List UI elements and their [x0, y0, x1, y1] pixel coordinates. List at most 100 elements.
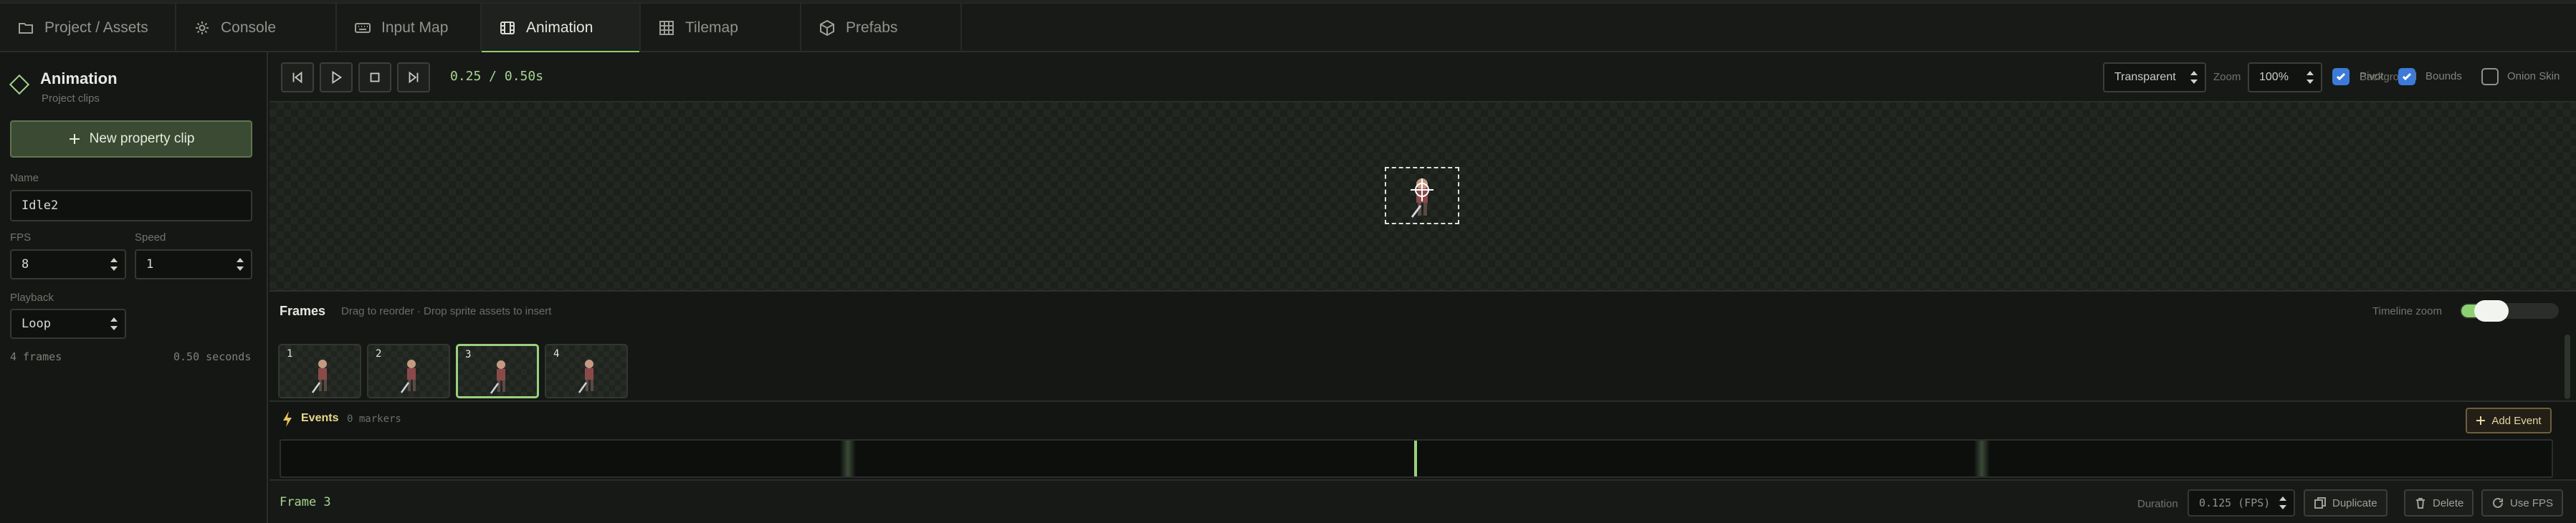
speed-stepper[interactable]: 1 — [135, 249, 252, 279]
events-track[interactable] — [280, 439, 2553, 478]
tab-console[interactable]: Console — [176, 4, 337, 52]
zoom-value: 100% — [2259, 71, 2289, 83]
new-property-clip-button[interactable]: New property clip — [10, 120, 252, 158]
zoom-label: Zoom — [2213, 71, 2241, 83]
use-fps-label: Use FPS — [2510, 496, 2554, 509]
use-fps-button[interactable]: Use FPS — [2481, 489, 2564, 517]
tab-project-assets[interactable]: Project / Assets — [0, 4, 176, 52]
frame-thumbnail[interactable]: 2 — [367, 344, 450, 398]
tab-label: Prefabs — [846, 19, 898, 36]
next-frame-button[interactable] — [397, 62, 430, 92]
zoom-select[interactable]: 100% — [2248, 62, 2322, 92]
speed-label: Speed — [135, 231, 166, 244]
tab-prefabs[interactable]: Prefabs — [801, 4, 962, 52]
character-sprite[interactable] — [1396, 174, 1448, 221]
frames-hint: Drag to reorder · Drop sprite assets to … — [341, 305, 552, 317]
gear-icon — [196, 21, 209, 34]
slider-knob[interactable] — [2474, 300, 2509, 322]
plus-icon — [2476, 416, 2486, 425]
duplicate-button[interactable]: Duplicate — [2304, 489, 2387, 517]
lightning-icon — [283, 411, 292, 427]
background-select[interactable]: Transparent — [2103, 62, 2206, 92]
duration-label: Duration — [2137, 498, 2178, 510]
speed-value: 1 — [146, 257, 154, 272]
frame-sprite — [490, 360, 505, 394]
add-event-label: Add Event — [2491, 414, 2542, 427]
stop-button[interactable] — [358, 62, 391, 92]
background-value: Transparent — [2114, 71, 2176, 83]
frame-number: 4 — [553, 348, 560, 360]
play-button[interactable] — [320, 62, 353, 92]
refresh-icon — [2493, 497, 2503, 508]
duration-value: 0.125 (FPS) — [2199, 496, 2271, 509]
pivot-label: Pivot — [2360, 70, 2384, 82]
frame-number: 2 — [376, 348, 382, 360]
animation-canvas[interactable] — [269, 102, 2576, 292]
tab-bar: Project / Assets Console Input Map Anima… — [0, 4, 2576, 54]
duration-input[interactable]: 0.125 (FPS) — [2188, 489, 2295, 517]
playhead[interactable] — [1414, 441, 1417, 476]
pivot-checkbox[interactable] — [2332, 68, 2350, 85]
playback-toolbar: 0.25 / 0.50s Background Transparent Zoom… — [269, 52, 2576, 102]
playback-time: 0.25 / 0.50s — [450, 69, 544, 84]
onion-skin-label: Onion Skin — [2507, 70, 2560, 82]
events-title: Events — [301, 412, 339, 424]
frame-count: 4 frames — [10, 350, 62, 363]
cube-icon — [820, 19, 834, 37]
sidebar-subtitle: Project clips — [42, 92, 100, 105]
bounds-label: Bounds — [2425, 70, 2462, 82]
grid-icon — [659, 21, 674, 35]
frame-properties-bar: Frame 3 Duration 0.125 (FPS) Duplicate D… — [269, 479, 2576, 523]
tab-label: Console — [221, 19, 277, 36]
stepper-arrows-icon[interactable] — [110, 257, 118, 272]
tab-input-map[interactable]: Input Map — [337, 4, 482, 52]
frame-sprite — [578, 360, 593, 393]
frame-thumbnail[interactable]: 4 — [545, 344, 628, 398]
frame-boundary — [840, 441, 856, 476]
playback-value: Loop — [22, 317, 51, 331]
stop-icon — [370, 72, 380, 82]
frames-title: Frames — [280, 304, 326, 318]
playback-label: Playback — [10, 292, 54, 304]
name-input[interactable]: Idle2 — [10, 190, 252, 221]
frame-thumbnail[interactable]: 1 — [278, 344, 361, 398]
select-arrows-icon — [2190, 70, 2198, 85]
timeline-zoom-slider[interactable] — [2460, 300, 2559, 322]
stepper-arrows-icon[interactable] — [237, 257, 244, 272]
onion-skin-checkbox[interactable] — [2481, 68, 2499, 85]
first-frame-button[interactable] — [281, 62, 314, 92]
keyboard-icon — [355, 23, 371, 33]
frames-scrollbar[interactable] — [2565, 335, 2570, 399]
skip-forward-icon — [409, 71, 419, 84]
copy-icon — [2314, 497, 2326, 509]
events-marker-count: 0 markers — [347, 413, 401, 425]
tab-animation[interactable]: Animation — [482, 4, 641, 54]
select-arrows-icon — [110, 317, 118, 331]
tab-label: Input Map — [381, 19, 449, 36]
stepper-arrows-icon[interactable] — [2279, 496, 2286, 510]
check-icon — [2402, 72, 2412, 81]
tab-tilemap[interactable]: Tilemap — [641, 4, 801, 52]
fps-label: FPS — [10, 231, 32, 244]
add-event-button[interactable]: Add Event — [2466, 408, 2552, 433]
bounds-checkbox[interactable] — [2398, 68, 2415, 85]
current-frame-label: Frame 3 — [280, 495, 331, 509]
frame-boundary — [1974, 441, 1990, 476]
delete-button[interactable]: Delete — [2404, 489, 2474, 517]
check-icon — [2336, 72, 2346, 81]
frame-sprite — [400, 360, 416, 393]
new-clip-label: New property clip — [89, 131, 195, 146]
play-icon — [332, 70, 343, 85]
frame-thumbnail-selected[interactable]: 3 — [456, 344, 539, 398]
sidebar: Animation Project clips New property cli… — [0, 52, 268, 523]
sidebar-title: Animation — [40, 69, 118, 87]
diamond-icon — [9, 74, 30, 95]
frame-number: 1 — [287, 348, 293, 360]
trash-icon — [2416, 498, 2425, 509]
playback-select[interactable]: Loop — [10, 309, 126, 339]
timeline-zoom-label: Timeline zoom — [2372, 305, 2442, 317]
tab-label: Project / Assets — [44, 19, 148, 36]
fps-value: 8 — [22, 257, 29, 272]
fps-stepper[interactable]: 8 — [10, 249, 126, 279]
name-label: Name — [10, 172, 39, 184]
